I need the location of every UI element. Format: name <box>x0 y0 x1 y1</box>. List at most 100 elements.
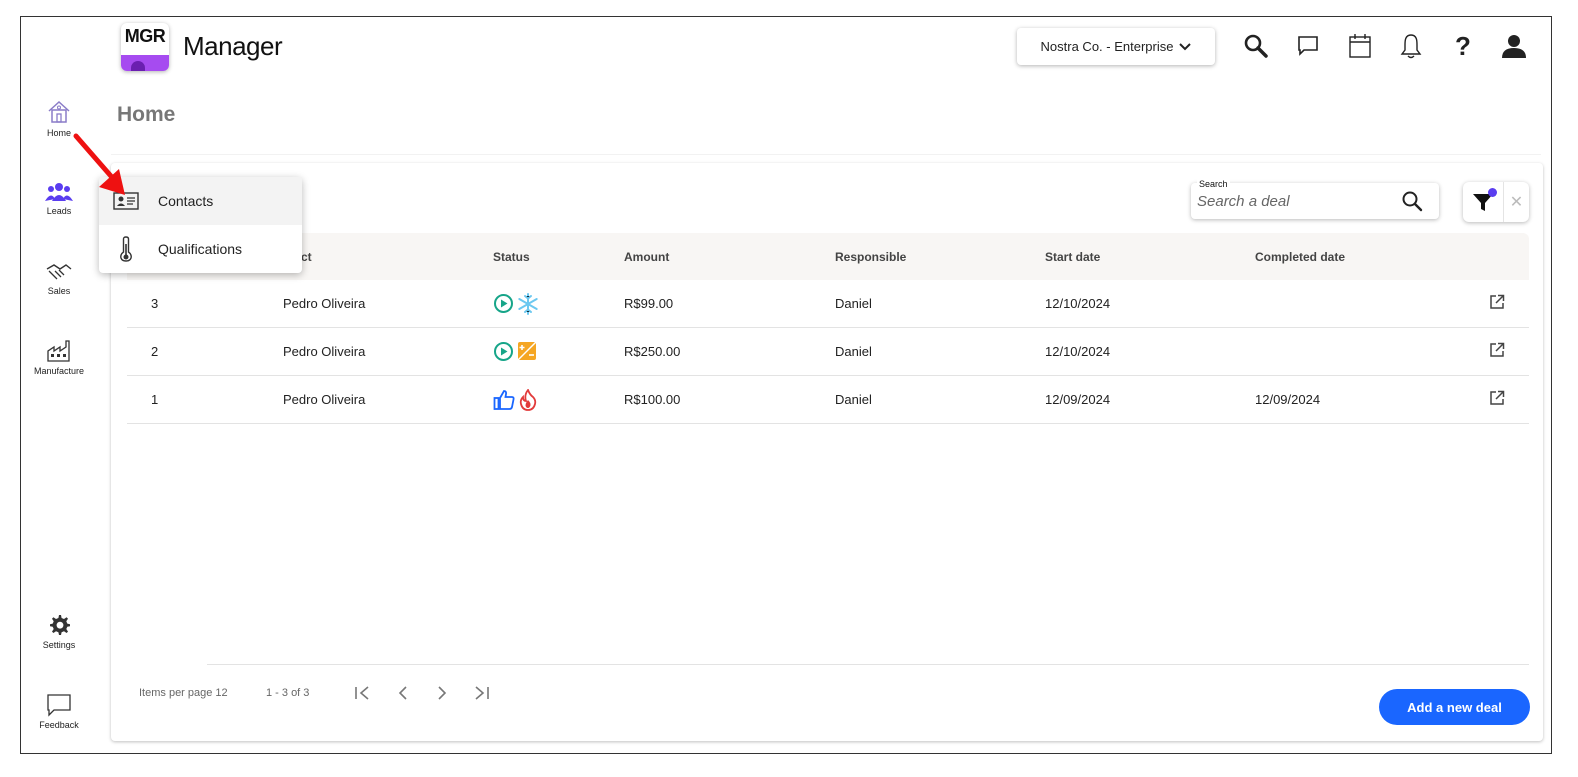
menu-item-qualifications[interactable]: Qualifications <box>99 225 302 273</box>
table-row[interactable]: 1 Pedro Oliveira R$100.00 Daniel 12/09/2… <box>127 376 1529 424</box>
open-external-icon[interactable] <box>1489 294 1505 310</box>
cell-start-date: 12/10/2024 <box>1045 296 1111 311</box>
play-circle-icon <box>494 342 513 361</box>
snowflake-icon <box>518 293 538 315</box>
logo-text: MGR <box>124 26 166 46</box>
org-selector-label: Nostra Co. - Enterprise <box>1040 39 1174 54</box>
cell-id: 2 <box>151 344 159 359</box>
sidebar-item-sales[interactable]: Sales <box>21 261 97 296</box>
org-selector[interactable]: Nostra Co. - Enterprise <box>1017 28 1215 65</box>
cell-completed-date: 12/09/2024 <box>1255 392 1321 407</box>
fire-icon <box>519 389 537 411</box>
cell-amount: R$99.00 <box>624 296 674 311</box>
thermometer-icon <box>120 236 132 262</box>
filter-controls: ✕ <box>1463 182 1529 222</box>
table-row[interactable]: 3 Pedro Oliveira R$99.00 Daniel 12/10/20… <box>127 280 1529 328</box>
header-search-button[interactable] <box>1241 31 1271 61</box>
last-page-icon <box>475 686 489 700</box>
search-icon <box>1244 34 1268 58</box>
cell-responsible: Daniel <box>835 344 872 359</box>
first-page-icon <box>355 686 369 700</box>
items-per-page[interactable]: Items per page 12 <box>139 687 228 699</box>
header-notifications-button[interactable] <box>1396 31 1426 61</box>
sidebar-item-label: Sales <box>47 286 71 296</box>
sidebar-item-label: Home <box>46 128 71 138</box>
sidebar-item-label: Feedback <box>39 720 79 730</box>
cell-start-date: 12/10/2024 <box>1045 344 1111 359</box>
sidebar-item-label: Manufacture <box>33 366 85 376</box>
deal-search[interactable]: Search <box>1191 179 1439 219</box>
factory-icon <box>47 340 70 362</box>
cell-status <box>493 389 538 411</box>
search-label: Search <box>1197 179 1230 189</box>
help-icon: ? <box>1455 30 1471 61</box>
sidebar: Home Leads Sales Manufacture Settings Fe… <box>21 17 109 753</box>
first-page-button[interactable] <box>353 683 373 703</box>
chevron-right-icon <box>438 686 447 700</box>
sidebar-item-manufacture[interactable]: Manufacture <box>21 339 97 376</box>
open-external-icon[interactable] <box>1489 342 1505 358</box>
cell-amount: R$100.00 <box>624 392 681 407</box>
chevron-down-icon <box>1179 42 1192 50</box>
previous-page-button[interactable] <box>393 683 413 703</box>
gear-icon <box>50 615 70 635</box>
cell-contact: Pedro Oliveira <box>283 296 366 311</box>
app-title: Manager <box>183 31 283 61</box>
annotation-arrow-icon <box>73 133 125 195</box>
play-circle-icon <box>494 294 513 313</box>
user-icon <box>1502 35 1526 58</box>
header-help-button[interactable]: ? <box>1448 31 1478 61</box>
clear-filter-button[interactable]: ✕ <box>1503 182 1529 222</box>
cell-start-date: 12/09/2024 <box>1045 392 1111 407</box>
bell-icon <box>1400 34 1422 59</box>
cell-id: 3 <box>151 296 159 311</box>
table-row[interactable]: 2 Pedro Oliveira R$250.00 Daniel 12/10/2… <box>127 328 1529 376</box>
next-page-button[interactable] <box>432 683 452 703</box>
cell-status <box>493 293 539 315</box>
menu-item-label: Qualifications <box>158 241 243 257</box>
menu-item-label: Contacts <box>158 193 214 209</box>
close-icon: ✕ <box>1509 194 1524 211</box>
cell-id: 1 <box>151 392 159 407</box>
search-icon[interactable] <box>1401 190 1423 212</box>
page-title: Home <box>117 103 176 126</box>
column-header-completed-date[interactable]: Completed date <box>1255 250 1345 264</box>
column-header-start-date[interactable]: Start date <box>1045 250 1100 264</box>
column-header-responsible[interactable]: Responsible <box>835 250 906 264</box>
page-range: 1 - 3 of 3 <box>266 687 310 699</box>
people-icon <box>45 183 73 201</box>
cell-status <box>493 341 537 362</box>
sidebar-item-feedback[interactable]: Feedback <box>21 693 97 730</box>
add-new-deal-button[interactable]: Add a new deal <box>1379 689 1530 725</box>
last-page-button[interactable] <box>471 683 491 703</box>
search-input[interactable] <box>1197 191 1397 211</box>
cell-contact: Pedro Oliveira <box>283 344 366 359</box>
open-external-icon[interactable] <box>1489 390 1505 406</box>
cell-responsible: Daniel <box>835 392 872 407</box>
header-chat-button[interactable] <box>1293 31 1323 61</box>
column-header-amount[interactable]: Amount <box>624 250 669 264</box>
column-header-status[interactable]: Status <box>493 250 530 264</box>
sidebar-item-settings[interactable]: Settings <box>21 613 97 650</box>
calendar-icon <box>1349 34 1371 58</box>
plus-minus-icon <box>517 341 537 361</box>
divider <box>207 664 1529 665</box>
chat-icon <box>1298 36 1318 56</box>
app-logo[interactable]: MGR <box>121 23 169 71</box>
filter-active-dot <box>1488 188 1497 197</box>
feedback-icon <box>47 694 71 717</box>
cell-responsible: Daniel <box>835 296 872 311</box>
divider <box>111 154 1541 155</box>
home-icon <box>48 100 70 123</box>
chevron-left-icon <box>398 686 407 700</box>
sidebar-item-label: Settings <box>42 640 76 650</box>
header-user-button[interactable] <box>1499 31 1529 61</box>
logo-band <box>121 55 169 71</box>
handshake-icon <box>46 264 72 280</box>
header-calendar-button[interactable] <box>1345 31 1375 61</box>
filter-button[interactable] <box>1463 182 1503 222</box>
thumbs-up-icon <box>493 390 515 410</box>
cell-contact: Pedro Oliveira <box>283 392 366 407</box>
sidebar-item-label: Leads <box>46 206 72 216</box>
cell-amount: R$250.00 <box>624 344 681 359</box>
